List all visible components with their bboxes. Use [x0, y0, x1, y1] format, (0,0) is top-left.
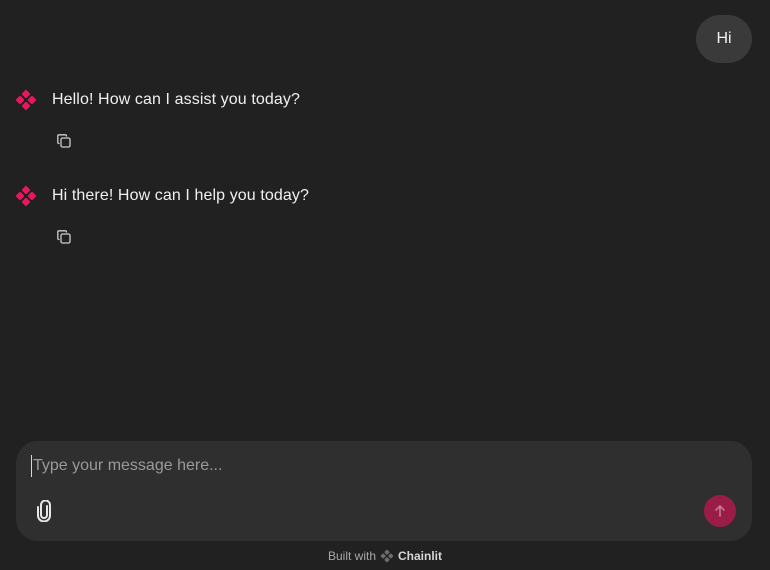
send-button[interactable]	[704, 495, 736, 527]
assistant-message: Hello! How can I assist you today?	[15, 89, 300, 111]
arrow-up-icon	[715, 505, 725, 517]
chainlit-logo-icon	[16, 186, 36, 206]
user-message-bubble: Hi	[696, 15, 752, 63]
built-with-label: Built with	[327, 549, 377, 563]
attach-file-button[interactable]	[34, 499, 54, 523]
copy-icon	[57, 230, 71, 244]
copy-icon	[57, 134, 71, 148]
user-message-text: Hi	[716, 30, 732, 47]
chainlit-logo-icon	[16, 90, 36, 110]
assistant-message: Hi there! How can I help you today?	[15, 185, 309, 207]
chainlit-logo-icon	[380, 549, 394, 563]
footer: Built with Chainlit	[0, 549, 770, 563]
message-composer	[16, 441, 752, 541]
assistant-message-text: Hi there! How can I help you today?	[52, 187, 309, 204]
paperclip-icon	[37, 500, 51, 522]
copy-button[interactable]	[55, 132, 73, 150]
assistant-message-text: Hello! How can I assist you today?	[52, 91, 300, 108]
message-input[interactable]	[31, 455, 673, 477]
copy-button[interactable]	[55, 228, 73, 246]
chainlit-brand-link[interactable]: Chainlit	[398, 549, 442, 563]
